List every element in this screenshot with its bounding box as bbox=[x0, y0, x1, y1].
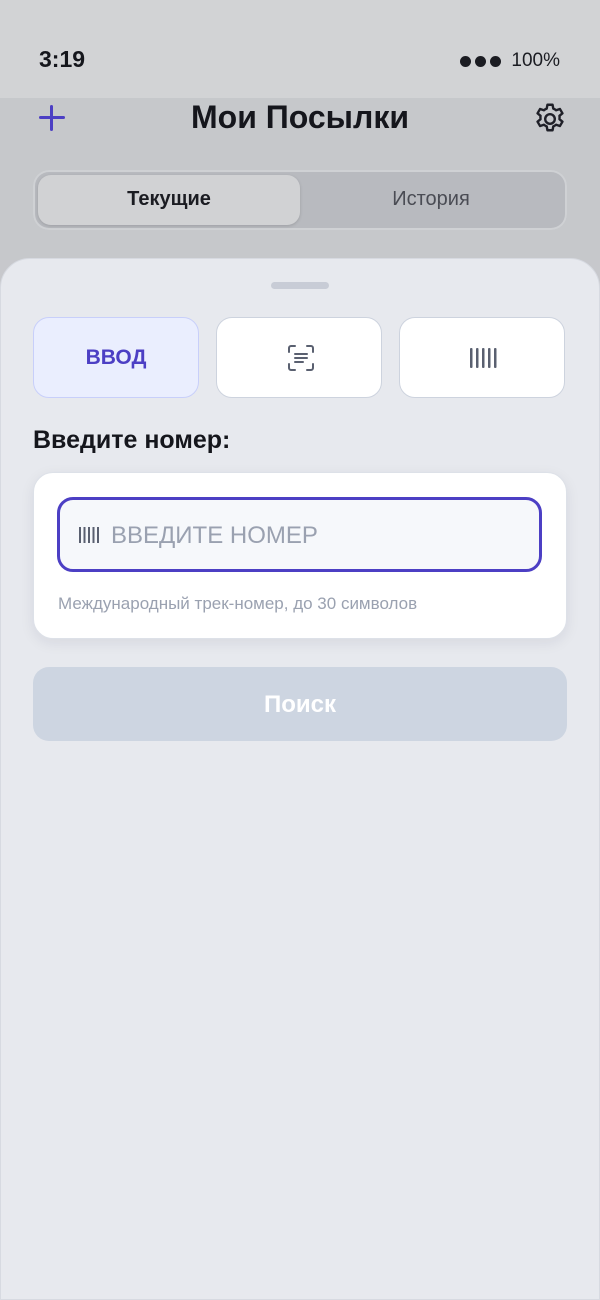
signal-icon bbox=[460, 55, 502, 67]
tracking-hint: Международный трек-номер, до 30 символов bbox=[58, 594, 418, 613]
barcode-icon bbox=[470, 348, 497, 368]
status-bar: 3:19 100% bbox=[0, 0, 600, 98]
tab-current-label[interactable]: Текущие bbox=[38, 188, 300, 211]
tracking-number-input[interactable] bbox=[111, 516, 521, 556]
status-indicators: 100% bbox=[460, 50, 560, 72]
tabs-segmented-control: Текущие История bbox=[33, 170, 567, 230]
battery-percentage: 100% bbox=[511, 50, 560, 71]
bottom-sheet bbox=[0, 258, 600, 1300]
scan-text-icon bbox=[288, 345, 314, 371]
barcode-icon bbox=[79, 527, 99, 543]
scan-text-mode-button[interactable] bbox=[216, 317, 382, 398]
page-title: Мои Посылки bbox=[190, 99, 410, 135]
tab-history[interactable]: История bbox=[300, 188, 562, 211]
gear-icon[interactable] bbox=[532, 101, 568, 137]
manual-entry-mode-button[interactable]: ВВОД bbox=[33, 317, 199, 398]
search-button[interactable]: Поиск bbox=[33, 667, 567, 741]
section-label: Введите номер: bbox=[33, 426, 231, 454]
barcode-mode-button[interactable] bbox=[399, 317, 565, 398]
sheet-drag-handle[interactable] bbox=[271, 282, 329, 289]
search-button-label: Поиск bbox=[263, 691, 337, 718]
status-time: 3:19 bbox=[39, 46, 86, 72]
manual-entry-label: ВВОД bbox=[85, 346, 147, 369]
